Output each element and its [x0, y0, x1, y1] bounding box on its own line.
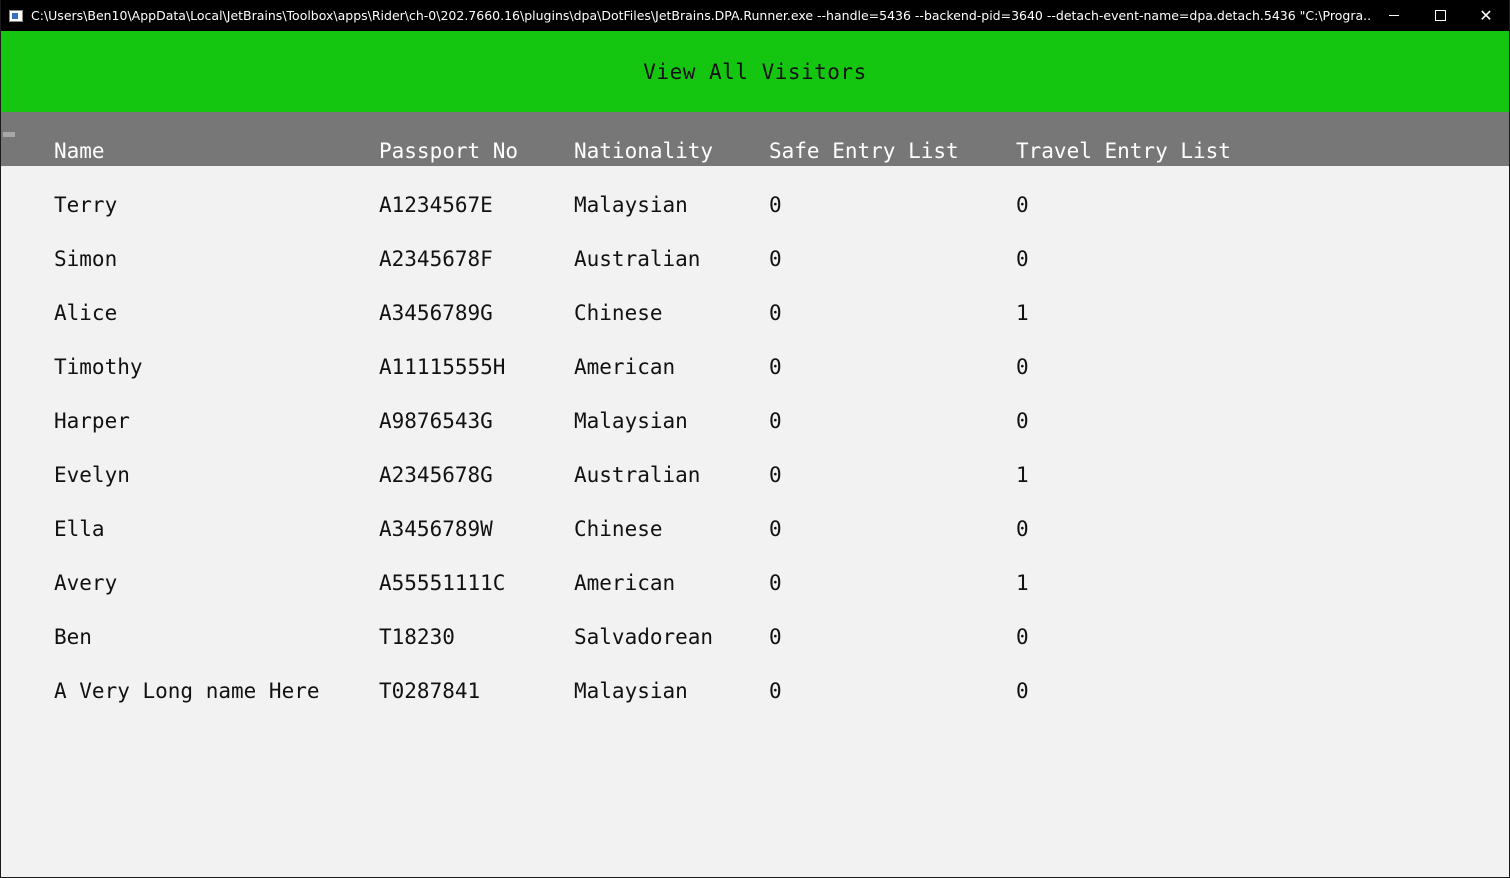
- cell-nationality: Australian: [574, 463, 701, 487]
- cell-safe-entry-count: 0: [769, 463, 782, 487]
- window-title: C:\Users\Ben10\AppData\Local\JetBrains\T…: [31, 8, 1371, 23]
- cell-nationality: Malaysian: [574, 679, 688, 703]
- table-row: Avery A55551111C American 0 1: [1, 544, 1509, 598]
- cell-passport-no: T0287841: [379, 679, 481, 703]
- table-row: Evelyn A2345678G Australian 0 1: [1, 436, 1509, 490]
- maximize-button[interactable]: [1417, 0, 1463, 31]
- cell-safe-entry-count: 0: [769, 679, 782, 703]
- cell-name: Avery: [54, 571, 118, 595]
- cell-safe-entry-count: 0: [769, 301, 782, 325]
- console-window: C:\Users\Ben10\AppData\Local\JetBrains\T…: [0, 0, 1510, 878]
- cell-passport-no: A11115555H: [379, 355, 506, 379]
- cell-passport-no: A3456789G: [379, 301, 493, 325]
- cell-safe-entry-count: 0: [769, 517, 782, 541]
- cell-nationality: Salvadorean: [574, 625, 714, 649]
- table-row: Simon A2345678F Australian 0 0: [1, 220, 1509, 274]
- cell-passport-no: T18230: [379, 625, 455, 649]
- cell-safe-entry-count: 0: [769, 409, 782, 433]
- cell-safe-entry-count: 0: [769, 625, 782, 649]
- console-app-icon[interactable]: [9, 9, 23, 22]
- table-row: Ben T18230 Salvadorean 0 0: [1, 598, 1509, 652]
- cell-passport-no: A2345678G: [379, 463, 493, 487]
- cell-name: A Very Long name Here: [54, 679, 320, 703]
- cell-passport-no: A3456789W: [379, 517, 493, 541]
- table-column-header: Name Passport No Nationality Safe Entry …: [1, 112, 1509, 166]
- column-header-safe-entry-list: Safe Entry List: [769, 139, 959, 163]
- cell-travel-entry-count: 1: [1016, 463, 1029, 487]
- cell-travel-entry-count: 0: [1016, 355, 1029, 379]
- table-row: Timothy A11115555H American 0 0: [1, 328, 1509, 382]
- cell-safe-entry-count: 0: [769, 193, 782, 217]
- column-header-nationality: Nationality: [574, 139, 714, 163]
- cell-passport-no: A9876543G: [379, 409, 493, 433]
- cell-name: Ella: [54, 517, 105, 541]
- cell-nationality: American: [574, 571, 676, 595]
- cell-travel-entry-count: 0: [1016, 247, 1029, 271]
- cell-safe-entry-count: 0: [769, 571, 782, 595]
- close-button[interactable]: ✕: [1463, 0, 1509, 31]
- window-controls: ✕: [1371, 0, 1509, 31]
- column-header-travel-entry-list: Travel Entry List: [1016, 139, 1231, 163]
- cell-safe-entry-count: 0: [769, 247, 782, 271]
- cell-travel-entry-count: 0: [1016, 409, 1029, 433]
- cell-name: Harper: [54, 409, 130, 433]
- cell-name: Timothy: [54, 355, 143, 379]
- table-row: A Very Long name Here T0287841 Malaysian…: [1, 652, 1509, 706]
- cell-passport-no: A1234567E: [379, 193, 493, 217]
- cell-nationality: Chinese: [574, 517, 663, 541]
- cell-name: Ben: [54, 625, 92, 649]
- cell-nationality: Australian: [574, 247, 701, 271]
- cell-name: Alice: [54, 301, 118, 325]
- cell-travel-entry-count: 0: [1016, 679, 1029, 703]
- table-row: Ella A3456789W Chinese 0 0: [1, 490, 1509, 544]
- cell-nationality: American: [574, 355, 676, 379]
- cell-name: Simon: [54, 247, 118, 271]
- table-row: Alice A3456789G Chinese 0 1: [1, 274, 1509, 328]
- cell-name: Evelyn: [54, 463, 130, 487]
- column-header-name: Name: [54, 139, 105, 163]
- table-row: Terry A1234567E Malaysian 0 0: [1, 166, 1509, 220]
- cell-passport-no: A2345678F: [379, 247, 493, 271]
- cell-name: Terry: [54, 193, 118, 217]
- cell-travel-entry-count: 0: [1016, 193, 1029, 217]
- minimize-button[interactable]: [1371, 0, 1417, 31]
- scroll-indicator: [3, 132, 15, 137]
- page-title: View All Visitors: [643, 59, 867, 84]
- cell-travel-entry-count: 1: [1016, 571, 1029, 595]
- header-bar: View All Visitors: [1, 31, 1509, 112]
- cell-nationality: Malaysian: [574, 193, 688, 217]
- cell-nationality: Chinese: [574, 301, 663, 325]
- column-header-passport-no: Passport No: [379, 139, 519, 163]
- cell-nationality: Malaysian: [574, 409, 688, 433]
- table-row: Harper A9876543G Malaysian 0 0: [1, 382, 1509, 436]
- cell-passport-no: A55551111C: [379, 571, 506, 595]
- cell-travel-entry-count: 0: [1016, 517, 1029, 541]
- cell-travel-entry-count: 0: [1016, 625, 1029, 649]
- window-titlebar[interactable]: C:\Users\Ben10\AppData\Local\JetBrains\T…: [1, 0, 1509, 31]
- cell-safe-entry-count: 0: [769, 355, 782, 379]
- cell-travel-entry-count: 1: [1016, 301, 1029, 325]
